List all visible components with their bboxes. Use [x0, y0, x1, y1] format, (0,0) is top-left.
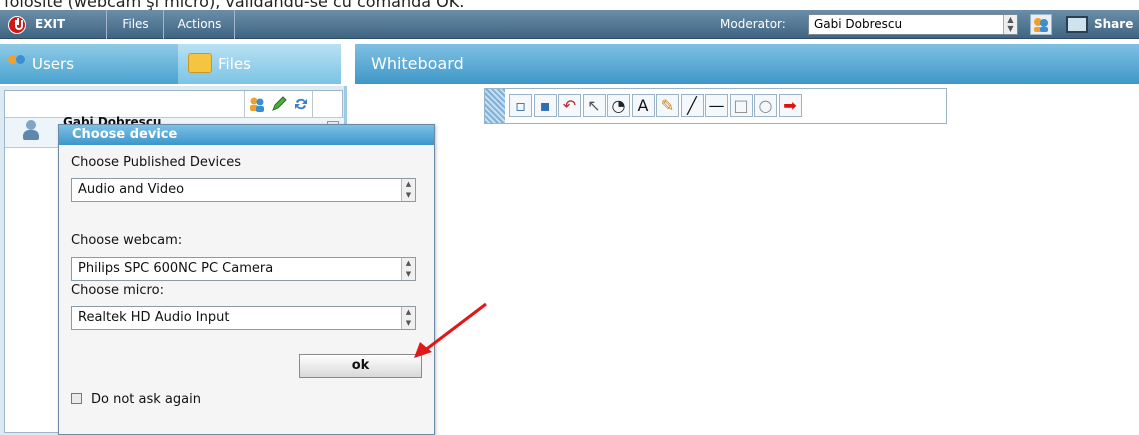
horizontal-line-icon[interactable]: —: [705, 94, 728, 117]
user-list-toolbar: [5, 91, 344, 118]
top-toolbar: EXIT Files Actions Moderator: Gabi Dobre…: [0, 10, 1139, 39]
users-icon[interactable]: [248, 95, 266, 113]
undo-icon[interactable]: ↶: [558, 94, 581, 117]
share-desktop-button[interactable]: Share: [1066, 10, 1139, 39]
whiteboard-title: Whiteboard: [371, 54, 464, 73]
spinner-icon[interactable]: ▲ ▼: [401, 258, 415, 280]
tab-users[interactable]: Users: [0, 44, 178, 84]
line-icon[interactable]: ╱: [680, 94, 704, 117]
exit-button[interactable]: EXIT: [0, 10, 107, 39]
new-page-icon[interactable]: ▫: [509, 94, 532, 117]
power-icon: [8, 15, 26, 34]
tab-users-label: Users: [32, 55, 75, 73]
toolbar-grip-handle[interactable]: [485, 89, 505, 123]
micro-label: Choose micro:: [71, 283, 164, 298]
monitor-icon: [1066, 16, 1088, 33]
red-arrow-icon: [414, 302, 487, 358]
swap-icon[interactable]: [292, 95, 310, 113]
users-icon: [8, 55, 28, 71]
micro-value: Realtek HD Audio Input: [78, 310, 230, 325]
toolbar-divider: [244, 91, 245, 118]
published-devices-label: Choose Published Devices: [71, 155, 242, 170]
dialog-title: Choose device: [59, 125, 434, 145]
do-not-ask-again-label: Do not ask again: [91, 392, 201, 407]
published-devices-select[interactable]: Audio and Video ▲ ▼: [71, 178, 416, 202]
webcam-label: Choose webcam:: [71, 233, 183, 248]
whiteboard-toolbar: ▫ ▪ ↶ ↖ ◔ A ✎ ╱ — □ ○ ➡: [484, 88, 947, 124]
exit-label: EXIT: [35, 17, 66, 31]
rectangle-icon[interactable]: □: [729, 94, 753, 117]
text-icon[interactable]: A: [631, 94, 655, 117]
folder-icon: [188, 53, 212, 73]
moderator-value: Gabi Dobrescu: [814, 17, 903, 31]
tab-files-label: Files: [218, 55, 251, 73]
micro-select[interactable]: Realtek HD Audio Input ▲ ▼: [71, 306, 416, 330]
files-menu[interactable]: Files: [108, 10, 164, 39]
published-devices-value: Audio and Video: [78, 182, 185, 197]
webcam-value: Philips SPC 600NC PC Camera: [78, 261, 274, 276]
spinner-icon[interactable]: ▲ ▼: [1003, 15, 1017, 34]
user-avatar-icon: [23, 120, 39, 140]
panel-header-bar: Users Files Whiteboard: [0, 40, 1139, 86]
webcam-select[interactable]: Philips SPC 600NC PC Camera ▲ ▼: [71, 257, 416, 281]
checkbox-icon: [71, 393, 82, 404]
ellipse-select-icon[interactable]: ◔: [607, 94, 630, 117]
save-icon[interactable]: ▪: [533, 94, 557, 117]
share-label: Share: [1094, 17, 1134, 31]
dialog-body: Choose Published Devices Audio and Video…: [59, 145, 434, 434]
pointer-icon[interactable]: ↖: [582, 94, 606, 117]
do-not-ask-again-checkbox[interactable]: Do not ask again: [71, 392, 201, 407]
users-icon: [1034, 18, 1048, 32]
toolbar-divider: [312, 91, 313, 118]
circle-icon[interactable]: ○: [754, 94, 777, 117]
tab-files[interactable]: Files: [178, 44, 341, 84]
spinner-icon[interactable]: ▲ ▼: [401, 179, 415, 201]
users-icon-button[interactable]: [1030, 14, 1052, 35]
moderator-label: Moderator:: [720, 17, 786, 31]
actions-menu[interactable]: Actions: [165, 10, 235, 39]
pencil-icon[interactable]: ✎: [656, 94, 679, 117]
pencil-icon[interactable]: [270, 95, 288, 113]
moderator-select[interactable]: Gabi Dobrescu ▲ ▼: [808, 14, 1018, 35]
choose-device-dialog: Choose device Choose Published Devices A…: [58, 124, 435, 435]
whiteboard-canvas[interactable]: ▫ ▪ ↶ ↖ ◔ A ✎ ╱ — □ ○ ➡: [350, 86, 1139, 435]
ok-button[interactable]: ok: [299, 354, 422, 378]
arrow-icon[interactable]: ➡: [778, 94, 802, 117]
whiteboard-header: Whiteboard: [355, 44, 1139, 84]
